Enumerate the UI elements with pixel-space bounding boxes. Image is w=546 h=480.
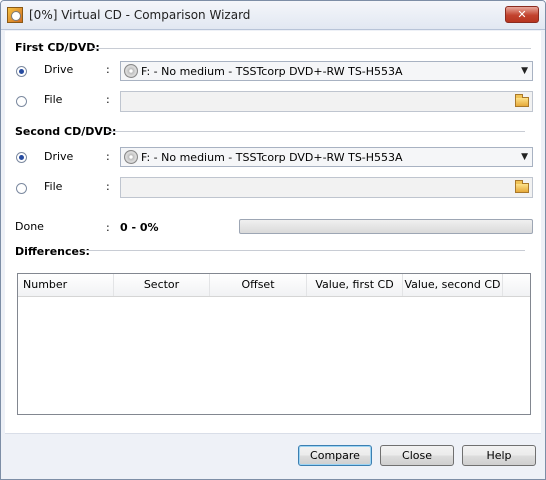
first-file-browse-button[interactable]	[513, 93, 531, 110]
differences-heading: Differences:	[15, 245, 90, 258]
title-bar: [0%] Virtual CD - Comparison Wizard ✕	[1, 1, 545, 30]
folder-icon	[515, 94, 529, 107]
chevron-down-icon[interactable]: ▼	[521, 152, 528, 162]
window-close-button[interactable]: ✕	[505, 6, 539, 23]
first-drive-value: F: - No medium - TSSTcorp DVD+-RW TS-H55…	[141, 65, 403, 78]
second-cd-divider	[107, 131, 525, 132]
cd-drive-icon	[124, 64, 138, 78]
second-file-label: File	[44, 180, 63, 193]
second-drive-colon: :	[106, 150, 110, 163]
virtual-cd-app-icon	[7, 7, 23, 23]
column-header-value-second[interactable]: Value, second CD	[403, 274, 503, 296]
second-file-radio[interactable]	[16, 183, 27, 194]
second-drive-radio[interactable]	[16, 152, 27, 163]
window-title: [0%] Virtual CD - Comparison Wizard	[29, 8, 251, 22]
second-file-browse-button[interactable]	[513, 179, 531, 196]
chevron-down-icon[interactable]: ▼	[521, 66, 528, 76]
differences-divider	[85, 250, 525, 251]
compare-button[interactable]: Compare	[298, 445, 372, 466]
close-button[interactable]: Close	[380, 445, 454, 466]
done-colon: :	[106, 221, 110, 234]
first-file-colon: :	[106, 93, 110, 106]
second-file-colon: :	[106, 180, 110, 193]
second-file-path-input[interactable]	[120, 177, 533, 198]
folder-icon	[515, 180, 529, 193]
first-cd-heading: First CD/DVD:	[15, 41, 100, 54]
column-header-sector[interactable]: Sector	[114, 274, 210, 296]
second-drive-value: F: - No medium - TSSTcorp DVD+-RW TS-H55…	[141, 151, 403, 164]
done-label: Done	[15, 220, 44, 233]
column-header-number[interactable]: Number	[18, 274, 114, 296]
column-header-offset[interactable]: Offset	[210, 274, 307, 296]
first-drive-colon: :	[106, 63, 110, 76]
first-file-path-input[interactable]	[120, 91, 533, 112]
comparison-wizard-window: [0%] Virtual CD - Comparison Wizard ✕ Fi…	[0, 0, 546, 480]
second-drive-label: Drive	[44, 150, 74, 163]
differences-list[interactable]: Number Sector Offset Value, first CD Val…	[17, 273, 531, 415]
differences-list-header: Number Sector Offset Value, first CD Val…	[18, 274, 530, 297]
second-drive-select[interactable]: F: - No medium - TSSTcorp DVD+-RW TS-H55…	[120, 147, 533, 167]
first-file-label: File	[44, 93, 63, 106]
done-value: 0 - 0%	[120, 221, 159, 234]
button-bar	[5, 433, 541, 476]
dialog-body: First CD/DVD: Drive : F: - No medium - T…	[5, 31, 541, 476]
second-cd-heading: Second CD/DVD:	[15, 125, 117, 138]
first-cd-divider	[91, 48, 531, 49]
first-drive-label: Drive	[44, 63, 74, 76]
comparison-progress-bar	[239, 219, 533, 234]
first-file-radio[interactable]	[16, 96, 27, 107]
cd-drive-icon	[124, 150, 138, 164]
help-button[interactable]: Help	[462, 445, 536, 466]
first-drive-select[interactable]: F: - No medium - TSSTcorp DVD+-RW TS-H55…	[120, 61, 533, 81]
column-header-value-first[interactable]: Value, first CD	[307, 274, 403, 296]
first-drive-radio[interactable]	[16, 66, 27, 77]
